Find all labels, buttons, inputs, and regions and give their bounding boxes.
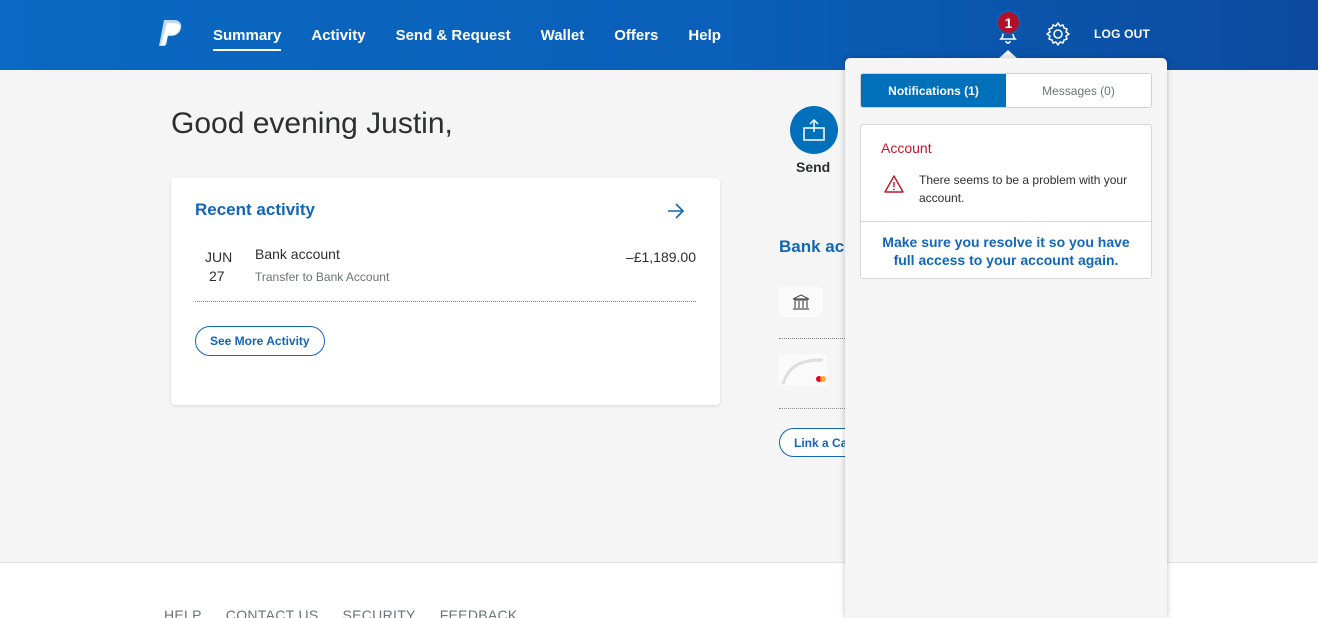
bank-accounts-title[interactable]: Bank accounts and cards — [779, 237, 845, 257]
send-button[interactable] — [790, 106, 838, 154]
activity-day: 27 — [209, 268, 225, 284]
warning-icon — [883, 174, 905, 194]
activity-month: JUN — [205, 249, 233, 265]
arrow-right-icon[interactable] — [665, 200, 687, 222]
notifications-panel: Notifications (1) Messages (0) Account T… — [845, 58, 1167, 618]
activity-description: Transfer to Bank Account — [255, 270, 390, 284]
notification-item: Account There seems to be a problem with… — [860, 124, 1152, 279]
nav-activity[interactable]: Activity — [311, 21, 365, 50]
paypal-logo[interactable] — [158, 18, 184, 48]
mastercard-icon — [781, 358, 826, 385]
recent-activity-card: Recent activity JUN 27 Bank account Tran… — [171, 178, 720, 405]
tab-notifications[interactable]: Notifications (1) — [861, 74, 1006, 107]
tab-messages[interactable]: Messages (0) — [1006, 74, 1151, 107]
resolve-account-link[interactable]: Make sure you resolve it so you have ful… — [871, 233, 1141, 269]
notification-category: Account — [881, 140, 932, 156]
bank-divider — [779, 408, 845, 409]
nav-offers[interactable]: Offers — [614, 21, 658, 50]
footer-link-feedback[interactable]: FEEDBACK — [440, 607, 518, 618]
main-nav: Summary Activity Send & Request Wallet O… — [213, 0, 751, 70]
footer-links: HELP CONTACT US SECURITY FEEDBACK — [164, 607, 542, 618]
nav-send-request[interactable]: Send & Request — [396, 21, 511, 50]
bank-icon — [792, 294, 810, 310]
greeting-heading: Good evening Justin, — [171, 107, 453, 140]
bank-divider — [779, 338, 845, 339]
notification-divider — [861, 221, 1151, 222]
notification-message: There seems to be a problem with your ac… — [919, 173, 1128, 205]
footer-link-contact[interactable]: CONTACT US — [226, 607, 319, 618]
send-label: Send — [796, 159, 831, 175]
nav-summary[interactable]: Summary — [213, 21, 282, 51]
activity-row[interactable]: JUN 27 Bank account Transfer to Bank Acc… — [195, 242, 696, 302]
activity-name: Bank account — [255, 246, 340, 262]
see-more-activity-button[interactable]: See More Activity — [195, 326, 325, 356]
notification-badge[interactable]: 1 — [996, 10, 1021, 35]
nav-wallet[interactable]: Wallet — [541, 21, 585, 50]
panel-tabs: Notifications (1) Messages (0) — [860, 73, 1152, 108]
gear-icon[interactable] — [1044, 20, 1072, 48]
recent-activity-title[interactable]: Recent activity — [195, 200, 315, 220]
footer-link-security[interactable]: SECURITY — [343, 607, 416, 618]
activity-amount: –£1,189.00 — [625, 249, 696, 265]
bank-account-item[interactable] — [779, 287, 823, 317]
nav-help[interactable]: Help — [688, 21, 721, 50]
mastercard-item[interactable] — [779, 354, 827, 386]
footer-link-help[interactable]: HELP — [164, 607, 202, 618]
send-money-icon — [803, 118, 825, 141]
logout-link[interactable]: LOG OUT — [1094, 27, 1150, 41]
